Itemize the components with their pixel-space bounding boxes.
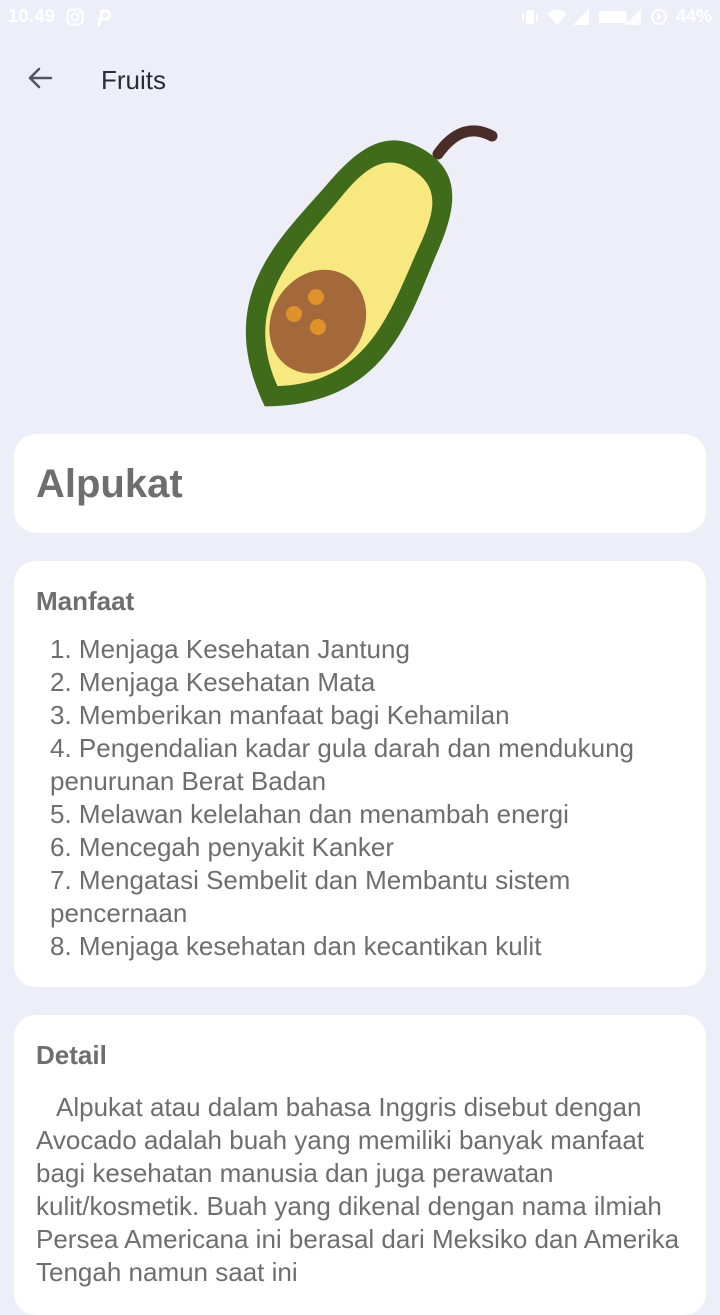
benefit-item: 6. Mencegah penyakit Kanker	[50, 832, 394, 862]
battery-percentage: 44%	[675, 6, 712, 26]
app-bar: Fruits	[0, 44, 720, 116]
page-title: Fruits	[101, 65, 166, 95]
benefit-item: 8. Menjaga kesehatan dan kecantikan kuli…	[50, 931, 542, 961]
benefit-item: 3. Memberikan manfaat bagi Kehamilan	[50, 700, 510, 730]
detail-title: Detail	[36, 1040, 107, 1070]
benefit-item: 5. Melawan kelelahan dan menambah energi	[50, 799, 569, 829]
wifi-icon	[546, 8, 567, 26]
status-time: 10.49	[8, 6, 56, 26]
pinterest-icon	[94, 8, 112, 26]
status-bar: 10.49 44%	[0, 0, 720, 36]
benefits-list: 1. Menjaga Kesehatan Jantung 2. Menjaga …	[36, 633, 684, 963]
back-arrow-icon	[27, 65, 53, 96]
benefits-card: Manfaat 1. Menjaga Kesehatan Jantung 2. …	[14, 561, 706, 987]
back-button[interactable]	[18, 58, 62, 102]
benefit-item: 1. Menjaga Kesehatan Jantung	[50, 634, 410, 664]
benefit-item: 2. Menjaga Kesehatan Mata	[50, 667, 376, 697]
fruit-name: Alpukat	[36, 462, 183, 506]
volte-icon	[598, 8, 627, 26]
seed-dot	[286, 306, 302, 322]
signal-icon	[572, 8, 590, 26]
status-left: 10.49	[8, 6, 112, 27]
instagram-icon	[66, 8, 84, 26]
status-right: 44%	[520, 6, 712, 27]
seed-dot	[310, 319, 326, 335]
benefit-item: 7. Mengatasi Sembelit dan Membantu siste…	[50, 865, 571, 928]
vibrate-icon	[520, 8, 538, 26]
avocado-stem	[432, 125, 498, 160]
seed-dot	[308, 289, 324, 305]
detail-text: Alpukat atau dalam bahasa Inggris disebu…	[36, 1092, 680, 1287]
avocado-illustration	[210, 118, 510, 418]
benefit-item: 4. Pengendalian kadar gula darah dan men…	[50, 733, 635, 796]
detail-card: Detail Alpukat atau dalam bahasa Inggris…	[14, 1015, 706, 1315]
sync-icon	[650, 8, 668, 26]
signal-icon	[624, 8, 642, 26]
benefits-title: Manfaat	[36, 586, 135, 616]
fruit-name-card: Alpukat	[14, 434, 706, 533]
